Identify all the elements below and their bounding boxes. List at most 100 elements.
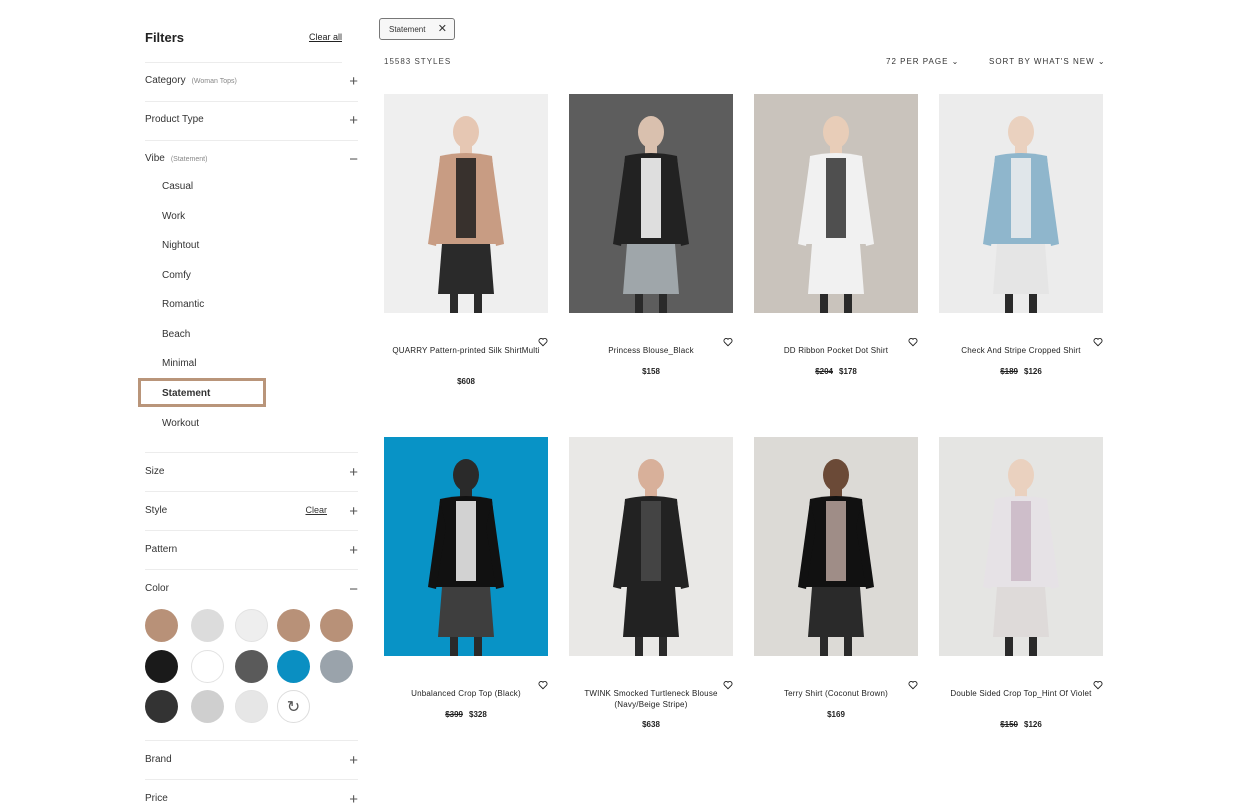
heart-icon[interactable] bbox=[908, 677, 918, 690]
product-image[interactable] bbox=[569, 437, 733, 656]
vibe-option-beach[interactable]: Beach bbox=[162, 329, 190, 340]
vibe-option-comfy[interactable]: Comfy bbox=[162, 270, 191, 281]
close-icon[interactable]: ✕ bbox=[438, 22, 447, 35]
color-swatch[interactable] bbox=[235, 609, 268, 642]
filters-title: Filters bbox=[145, 30, 185, 45]
heart-icon[interactable] bbox=[723, 677, 733, 690]
vibe-option-work[interactable]: Work bbox=[162, 211, 185, 222]
heart-icon[interactable] bbox=[723, 334, 733, 347]
product-image[interactable] bbox=[939, 94, 1103, 313]
heart-icon[interactable] bbox=[538, 677, 548, 690]
product-name[interactable]: Unbalanced Crop Top (Black) bbox=[384, 688, 548, 699]
color-swatch[interactable] bbox=[191, 690, 224, 723]
color-swatch[interactable] bbox=[277, 609, 310, 642]
heart-icon[interactable] bbox=[1093, 677, 1103, 690]
color-swatch[interactable] bbox=[277, 650, 310, 683]
product-name[interactable]: TWINK Smocked Turtleneck Blouse (Navy/Be… bbox=[569, 688, 733, 710]
vibe-option-nightout[interactable]: Nightout bbox=[162, 240, 199, 251]
divider bbox=[145, 569, 358, 570]
product-name[interactable]: DD Ribbon Pocket Dot Shirt bbox=[754, 345, 918, 356]
product-original-price: $150 bbox=[1000, 720, 1018, 729]
product-name[interactable]: Check And Stripe Cropped Shirt bbox=[939, 345, 1103, 356]
product-card[interactable]: Double Sided Crop Top_Hint Of Violet $150… bbox=[939, 437, 1103, 737]
filter-color[interactable]: Color − bbox=[145, 578, 358, 602]
filter-size[interactable]: Size + bbox=[145, 461, 358, 485]
collapse-minus-icon[interactable]: − bbox=[349, 148, 358, 172]
product-name[interactable]: QUARRY Pattern-printed Silk ShirtMulti bbox=[384, 345, 548, 356]
product-image[interactable] bbox=[384, 437, 548, 656]
expand-plus-icon[interactable]: + bbox=[349, 461, 358, 485]
filter-vibe[interactable]: Vibe (Statement) − bbox=[145, 148, 358, 172]
product-price-row: $399 $328 bbox=[384, 710, 548, 719]
product-price-row: $608 bbox=[384, 377, 548, 386]
expand-plus-icon[interactable]: + bbox=[349, 539, 358, 563]
clear-all-link[interactable]: Clear all bbox=[309, 32, 342, 42]
active-filter-chip[interactable]: Statement ✕ bbox=[379, 18, 455, 40]
product-name[interactable]: Double Sided Crop Top_Hint Of Violet bbox=[939, 688, 1103, 699]
color-swatch[interactable] bbox=[320, 650, 353, 683]
heart-icon[interactable] bbox=[1093, 334, 1103, 347]
color-swatch[interactable] bbox=[191, 650, 224, 683]
product-image[interactable] bbox=[384, 94, 548, 313]
product-price-row: $189 $126 bbox=[939, 367, 1103, 376]
product-price: $328 bbox=[469, 710, 487, 719]
filter-price[interactable]: Price + bbox=[145, 788, 358, 812]
product-price: $169 bbox=[827, 710, 845, 719]
product-image[interactable] bbox=[754, 437, 918, 656]
filter-product-type[interactable]: Product Type + bbox=[145, 109, 358, 133]
refresh-icon[interactable]: ↻ bbox=[277, 690, 310, 723]
product-price-row: $638 bbox=[569, 720, 733, 729]
chevron-down-icon: ⌄ bbox=[1097, 57, 1106, 66]
color-swatch[interactable] bbox=[235, 650, 268, 683]
product-card[interactable]: Princess Blouse_Black $158 bbox=[569, 94, 733, 394]
expand-plus-icon[interactable]: + bbox=[349, 749, 358, 773]
filter-category-label: Category bbox=[145, 75, 186, 86]
heart-icon[interactable] bbox=[538, 334, 548, 347]
expand-plus-icon[interactable]: + bbox=[349, 70, 358, 94]
filter-style[interactable]: Style Clear + bbox=[145, 500, 358, 524]
chevron-down-icon: ⌄ bbox=[951, 57, 960, 66]
color-swatch[interactable] bbox=[145, 690, 178, 723]
expand-plus-icon[interactable]: + bbox=[349, 788, 358, 812]
vibe-option-romantic[interactable]: Romantic bbox=[162, 299, 204, 310]
vibe-option-casual[interactable]: Casual bbox=[162, 181, 193, 192]
product-image[interactable] bbox=[754, 94, 918, 313]
product-card[interactable]: Check And Stripe Cropped Shirt $189 $126 bbox=[939, 94, 1103, 394]
color-swatch[interactable] bbox=[145, 650, 178, 683]
active-filter-label: Statement bbox=[389, 25, 426, 34]
vibe-option-minimal[interactable]: Minimal bbox=[162, 358, 196, 369]
vibe-option-statement[interactable]: Statement bbox=[162, 388, 210, 399]
product-image[interactable] bbox=[939, 437, 1103, 656]
product-card[interactable]: DD Ribbon Pocket Dot Shirt $204 $178 bbox=[754, 94, 918, 394]
heart-icon[interactable] bbox=[908, 334, 918, 347]
color-swatch[interactable] bbox=[145, 609, 178, 642]
product-card[interactable]: Unbalanced Crop Top (Black) $399 $328 bbox=[384, 437, 548, 737]
divider bbox=[145, 62, 342, 63]
filter-brand-label: Brand bbox=[145, 754, 172, 765]
product-name[interactable]: Terry Shirt (Coconut Brown) bbox=[754, 688, 918, 699]
per-page-dropdown[interactable]: 72 PER PAGE ⌄ bbox=[886, 57, 959, 66]
filter-category[interactable]: Category (Woman Tops) + bbox=[145, 70, 358, 94]
product-card[interactable]: QUARRY Pattern-printed Silk ShirtMulti $6… bbox=[384, 94, 548, 394]
vibe-option-workout[interactable]: Workout bbox=[162, 418, 199, 429]
product-card[interactable]: Terry Shirt (Coconut Brown) $169 bbox=[754, 437, 918, 737]
divider bbox=[145, 140, 358, 141]
filter-vibe-selection: (Statement) bbox=[170, 156, 208, 163]
collapse-minus-icon[interactable]: − bbox=[349, 578, 358, 602]
results-count: 15583 STYLES bbox=[384, 57, 452, 66]
color-swatch[interactable] bbox=[320, 609, 353, 642]
product-card[interactable]: TWINK Smocked Turtleneck Blouse (Navy/Be… bbox=[569, 437, 733, 737]
product-name[interactable]: Princess Blouse_Black bbox=[569, 345, 733, 356]
filter-brand[interactable]: Brand + bbox=[145, 749, 358, 773]
expand-plus-icon[interactable]: + bbox=[349, 500, 358, 524]
product-image[interactable] bbox=[569, 94, 733, 313]
product-price: $126 bbox=[1024, 720, 1042, 729]
style-clear-link[interactable]: Clear bbox=[305, 505, 327, 515]
product-price-row: $150 $126 bbox=[939, 720, 1103, 729]
sort-dropdown[interactable]: SORT BY WHAT'S NEW ⌄ bbox=[989, 57, 1106, 66]
color-swatch[interactable] bbox=[191, 609, 224, 642]
filter-category-selection: (Woman Tops) bbox=[191, 78, 237, 85]
filter-pattern[interactable]: Pattern + bbox=[145, 539, 358, 563]
expand-plus-icon[interactable]: + bbox=[349, 109, 358, 133]
color-swatch[interactable] bbox=[235, 690, 268, 723]
